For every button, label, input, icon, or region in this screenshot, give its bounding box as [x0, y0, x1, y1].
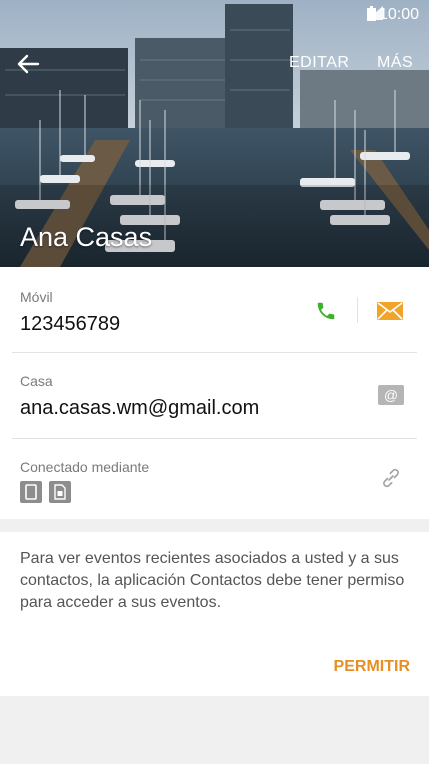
permission-message: Para ver eventos recientes asociados a u…: [20, 550, 405, 611]
edit-button[interactable]: EDITAR: [289, 54, 349, 72]
events-permission-card: Para ver eventos recientes asociados a u…: [0, 532, 429, 696]
at-email-icon[interactable]: @: [378, 385, 404, 405]
svg-text:@: @: [384, 387, 398, 403]
mobile-row[interactable]: Móvil 123456789: [0, 267, 429, 353]
sim-account-icon: [49, 481, 71, 503]
device-account-icon: [20, 481, 42, 503]
status-time: 10:00: [378, 6, 419, 23]
back-arrow-icon[interactable]: [14, 50, 42, 78]
more-button[interactable]: MÁS: [377, 54, 413, 72]
link-icon[interactable]: [378, 465, 404, 491]
email-label: Casa: [20, 373, 53, 389]
action-divider: [357, 297, 358, 323]
email-address: ana.casas.wm@gmail.com: [20, 397, 260, 419]
status-bar: 10:00: [366, 6, 419, 24]
contact-details-card: Móvil 123456789 Casa ana.casas.wm@gmail.…: [0, 267, 429, 519]
contact-name: Ana Casas: [20, 222, 153, 252]
app-bar: EDITAR MÁS: [0, 44, 429, 84]
allow-button[interactable]: PERMITIR: [334, 658, 410, 676]
phone-call-icon[interactable]: [314, 299, 338, 323]
linked-label: Conectado mediante: [20, 459, 150, 475]
email-row[interactable]: Casa ana.casas.wm@gmail.com @: [0, 353, 429, 438]
contact-header-photo: 10:00 EDITAR MÁS Ana Casas: [0, 0, 429, 267]
email-message-icon[interactable]: [376, 301, 404, 321]
mobile-label: Móvil: [20, 289, 53, 305]
linked-accounts-row: Conectado mediante: [0, 439, 429, 519]
mobile-number: 123456789: [20, 313, 121, 335]
